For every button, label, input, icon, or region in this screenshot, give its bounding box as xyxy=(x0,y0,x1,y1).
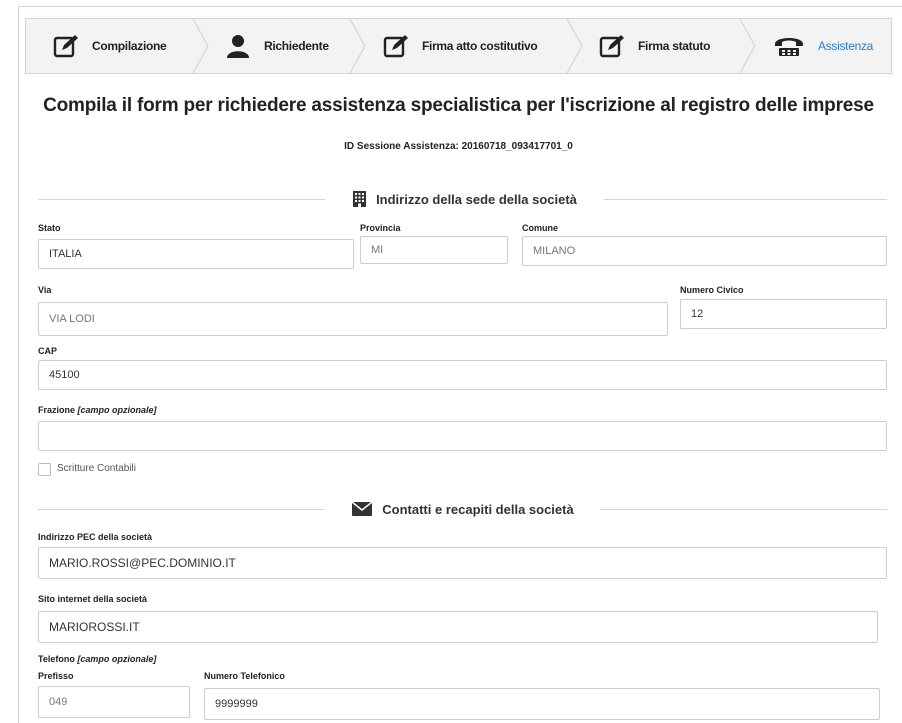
step-label: Firma atto costitutivo xyxy=(422,39,538,53)
telephone-icon xyxy=(772,33,806,59)
step-separator xyxy=(349,19,366,73)
step-assistenza[interactable]: Assistenza xyxy=(772,19,873,73)
step-firma-statuto[interactable]: Firma statuto xyxy=(598,19,710,73)
numero-telefonico-field[interactable]: 9999999 xyxy=(204,688,880,720)
sito-label: Sito internet della società xyxy=(38,594,148,604)
section-heading-contacts: Contatti e recapiti della società xyxy=(330,500,596,518)
stato-field[interactable]: ITALIA xyxy=(38,239,354,269)
step-richiedente[interactable]: Richiedente xyxy=(224,19,329,73)
building-icon xyxy=(353,191,367,207)
numero-civico-label: Numero Civico xyxy=(680,285,744,295)
frazione-field[interactable] xyxy=(38,421,887,451)
telefono-label: Telefono [campo opzionale] xyxy=(38,654,157,664)
scritture-contabili-checkbox[interactable] xyxy=(38,463,51,476)
section-title: Indirizzo della sede della società xyxy=(376,191,577,207)
session-id: ID Sessione Assistenza: 20160718_0934177… xyxy=(344,141,573,152)
envelope-icon xyxy=(352,502,373,516)
section-divider xyxy=(604,199,887,200)
prefisso-label: Prefisso xyxy=(38,671,74,681)
numero-civico-field[interactable]: 12 xyxy=(680,299,887,329)
cap-label: CAP xyxy=(38,346,58,356)
stato-label: Stato xyxy=(38,223,61,233)
edit-icon xyxy=(598,33,626,59)
edit-icon xyxy=(52,33,80,59)
step-separator xyxy=(192,19,209,73)
step-label: Assistenza xyxy=(818,39,874,53)
step-separator xyxy=(566,19,583,73)
page-title: Compila il form per richiedere assistenz… xyxy=(43,95,874,116)
sito-field[interactable]: MARIOROSSI.IT xyxy=(38,611,878,643)
step-label: Richiedente xyxy=(264,39,329,53)
step-compilazione[interactable]: Compilazione xyxy=(52,19,167,73)
section-divider xyxy=(38,199,325,200)
provincia-field[interactable]: MI xyxy=(360,236,508,264)
step-separator xyxy=(739,19,756,73)
comune-label: Comune xyxy=(522,223,558,233)
via-label: Via xyxy=(38,285,52,295)
step-label: Compilazione xyxy=(92,39,167,53)
step-firma-atto-costitutivo[interactable]: Firma atto costitutivo xyxy=(382,19,538,73)
user-icon xyxy=(224,33,252,59)
pec-label: Indirizzo PEC della società xyxy=(38,532,153,542)
section-divider xyxy=(38,509,325,510)
provincia-label: Provincia xyxy=(360,223,401,233)
frazione-label: Frazione [campo opzionale] xyxy=(38,405,157,415)
scritture-contabili-label: Scritture Contabili xyxy=(57,463,136,474)
optional-note: [campo opzionale] xyxy=(77,654,157,664)
section-title: Contatti e recapiti della società xyxy=(382,501,574,517)
pec-field[interactable]: MARIO.ROSSI@PEC.DOMINIO.IT xyxy=(38,547,887,579)
prefisso-field[interactable]: 049 xyxy=(38,686,190,718)
section-heading-address: Indirizzo della sede della società xyxy=(330,190,600,208)
comune-field[interactable]: MILANO xyxy=(522,236,887,266)
numero-telefonico-label: Numero Telefonico xyxy=(204,671,285,681)
optional-note: [campo opzionale] xyxy=(77,405,157,415)
cap-field[interactable]: 45100 xyxy=(38,360,887,390)
wizard-stepbar: Compilazione Richiedente Firma atto cost… xyxy=(25,18,892,74)
section-divider xyxy=(600,509,887,510)
via-field[interactable]: VIA LODI xyxy=(38,302,668,336)
step-label: Firma statuto xyxy=(638,39,711,53)
edit-icon xyxy=(382,33,410,59)
